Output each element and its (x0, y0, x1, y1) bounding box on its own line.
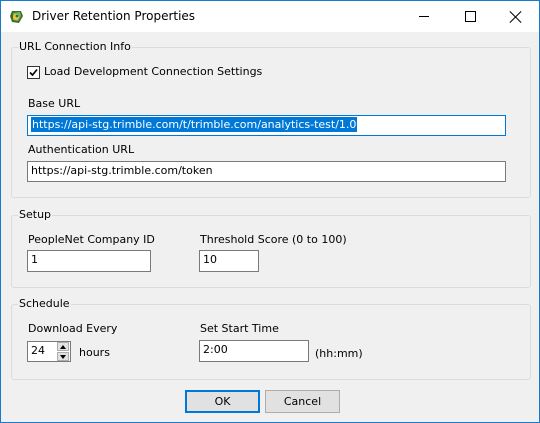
start-time-input[interactable]: 2:00 (199, 340, 309, 362)
base-url-input[interactable]: https://api-stg.trimble.com/t/trimble.co… (27, 115, 506, 136)
title-bar[interactable]: Driver Retention Properties (1, 1, 539, 32)
url-connection-group-title: URL Connection Info (18, 40, 132, 54)
auth-url-value: https://api-stg.trimble.com/token (31, 164, 213, 177)
load-dev-settings-checkbox[interactable] (27, 66, 40, 79)
dialog-window: Driver Retention Properties URL Connecti… (0, 0, 540, 423)
threshold-score-input[interactable]: 10 (199, 250, 259, 272)
ok-button[interactable]: OK (185, 390, 260, 413)
schedule-group-title: Schedule (18, 297, 71, 311)
spin-down-button[interactable] (57, 352, 69, 361)
threshold-score-value: 10 (203, 253, 217, 266)
checkmark-icon (29, 68, 38, 77)
cancel-button[interactable]: Cancel (265, 390, 340, 413)
maximize-icon (464, 11, 476, 22)
spin-up-button[interactable] (57, 342, 69, 351)
base-url-label: Base URL (28, 97, 81, 110)
setup-group-title: Setup (18, 208, 53, 222)
download-every-label: Download Every (28, 322, 118, 335)
close-button[interactable] (493, 1, 539, 32)
arrow-down-icon (60, 354, 66, 359)
download-every-value: 24 (31, 344, 45, 357)
download-every-spinner[interactable] (57, 342, 69, 361)
arrow-up-icon (60, 344, 66, 349)
start-time-value: 2:00 (203, 343, 228, 356)
window-title: Driver Retention Properties (32, 9, 196, 23)
time-format-label: (hh:mm) (315, 347, 363, 360)
auth-url-input[interactable]: https://api-stg.trimble.com/token (27, 161, 506, 182)
load-dev-settings-label[interactable]: Load Development Connection Settings (44, 65, 262, 79)
close-icon (510, 11, 522, 23)
minimize-icon (419, 16, 429, 17)
company-id-label: PeopleNet Company ID (28, 233, 155, 246)
maximize-button[interactable] (447, 1, 493, 32)
hours-label: hours (79, 346, 110, 359)
start-time-label: Set Start Time (200, 322, 279, 335)
threshold-score-label: Threshold Score (0 to 100) (200, 233, 347, 246)
company-id-input[interactable]: 1 (27, 250, 151, 272)
auth-url-label: Authentication URL (28, 143, 135, 156)
base-url-value: https://api-stg.trimble.com/t/trimble.co… (31, 117, 358, 132)
app-icon (9, 9, 25, 25)
minimize-button[interactable] (401, 1, 447, 32)
company-id-value: 1 (31, 253, 38, 266)
